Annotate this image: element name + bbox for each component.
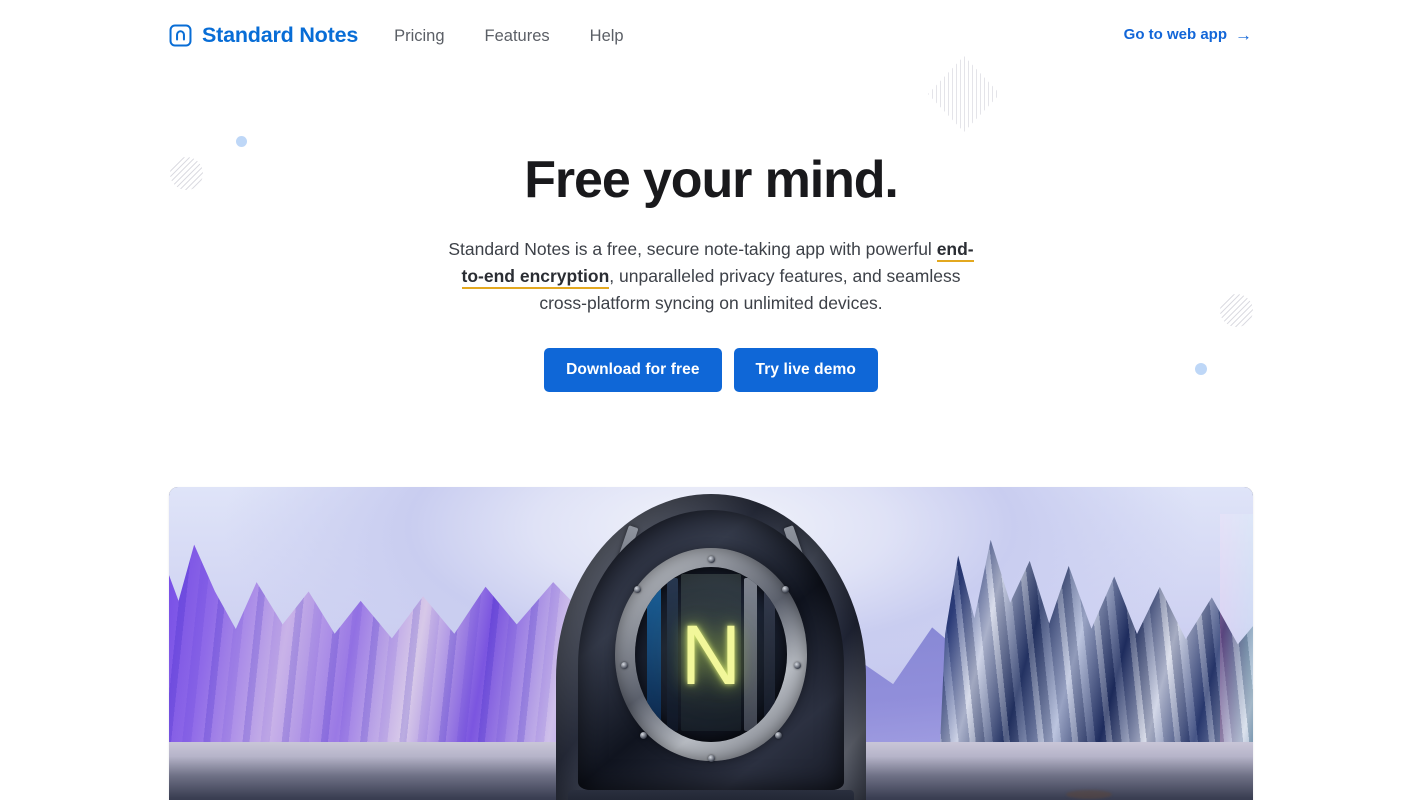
artwork-vault-window: N (635, 567, 787, 742)
artwork-vault-bolt-1 (707, 555, 715, 563)
artwork-chromatic-edge (1220, 513, 1253, 776)
artwork-vault-base (568, 789, 854, 800)
site-header: Standard Notes Pricing Features Help Go … (0, 0, 1422, 70)
brand-name: Standard Notes (202, 22, 359, 47)
nav-item-pricing[interactable]: Pricing (394, 27, 444, 46)
hero-artwork[interactable]: N (169, 486, 1253, 800)
hero-cta-group: Download for free Try live demo (0, 347, 1422, 392)
try-live-demo-button[interactable]: Try live demo (733, 347, 878, 392)
hero-subtitle-before: Standard Notes is a free, secure note-ta… (448, 239, 937, 260)
artwork-vault-bolt-2 (633, 586, 641, 594)
go-to-web-app-label: Go to web app (1123, 25, 1227, 43)
page-title: Free your mind. (524, 151, 899, 209)
hero-subtitle: Standard Notes is a free, secure note-ta… (444, 236, 978, 317)
artwork-vault-bolt-7 (775, 732, 783, 740)
artwork-vault-bolt-3 (781, 586, 789, 594)
go-to-web-app-link[interactable]: Go to web app → (1123, 25, 1252, 44)
artwork-vault-bolt-4 (621, 662, 629, 670)
artwork-glowing-n-glyph: N (680, 607, 742, 702)
hero-section: Free your mind. Standard Notes is a free… (0, 70, 1422, 392)
artwork-vault-structure: N (556, 493, 866, 800)
nav-item-features[interactable]: Features (485, 27, 550, 46)
brand-home-link[interactable]: Standard Notes (169, 23, 358, 48)
hero-artwork-image: N (169, 486, 1253, 800)
landing-page: Standard Notes Pricing Features Help Go … (0, 0, 1422, 800)
nav-item-help[interactable]: Help (590, 27, 624, 46)
standard-notes-logo-icon (169, 24, 192, 46)
download-for-free-button[interactable]: Download for free (544, 347, 722, 392)
main-navigation: Pricing Features Help (394, 27, 624, 46)
artwork-vault-bolt-6 (639, 732, 647, 740)
arrow-right-icon: → (1235, 25, 1252, 44)
artwork-vault-bolt-5 (793, 662, 801, 670)
artwork-ground-debris (1066, 789, 1113, 799)
artwork-vault-bolt-8 (707, 754, 715, 762)
